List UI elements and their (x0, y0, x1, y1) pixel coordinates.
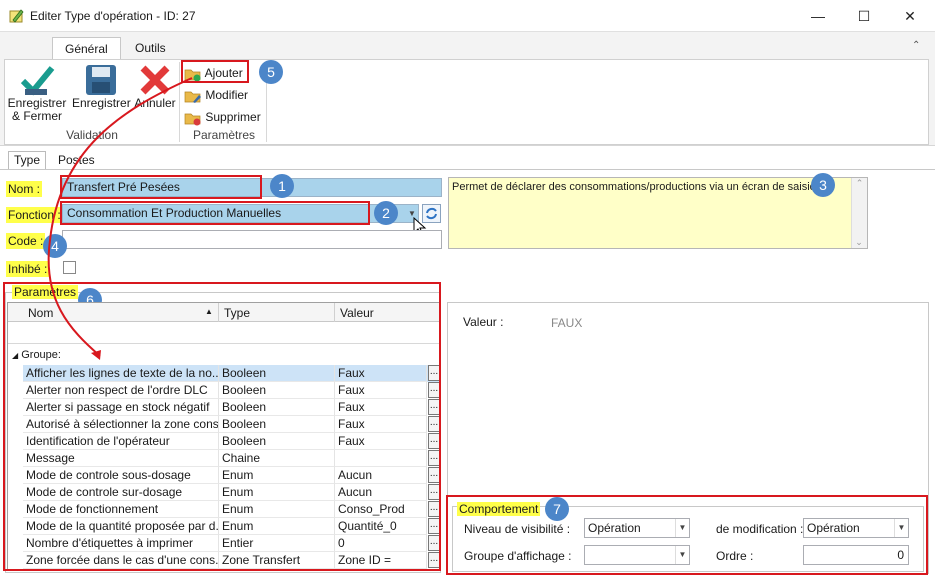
folder-edit-icon (184, 91, 201, 103)
delete-label: Supprimer (205, 110, 261, 124)
save-close-label: Enregistrer & Fermer (7, 96, 67, 123)
window-title: Editer Type d'opération - ID: 27 (30, 9, 196, 23)
nom-label: Nom : (6, 181, 43, 197)
maximize-button[interactable]: ☐ (841, 0, 887, 32)
checkmark-icon (20, 66, 55, 96)
collapse-ribbon-icon[interactable]: ⌃ (912, 40, 920, 51)
description-text: Permet de déclarer des consommations/pro… (452, 181, 819, 193)
callout-5: 5 (259, 60, 283, 84)
save-label: Enregistrer (72, 96, 131, 110)
description-box[interactable]: Permet de déclarer des consommations/pro… (448, 177, 868, 249)
callout-3: 3 (811, 173, 835, 197)
delete-button[interactable]: Supprimer (184, 108, 262, 126)
minimize-button[interactable]: — (795, 0, 841, 32)
callout-4: 4 (43, 234, 67, 258)
folder-delete-icon (184, 113, 201, 126)
title-bar: Editer Type d'opération - ID: 27 — ☐ ✕ (0, 0, 935, 32)
subtab-type[interactable]: Type (8, 151, 46, 169)
ribbon-separator (179, 62, 180, 142)
callout-1: 1 (270, 174, 294, 198)
description-scrollbar[interactable]: ⌃ ⌄ (851, 178, 867, 248)
callout-2: 2 (374, 201, 398, 225)
detail-valeur-value: FAUX (551, 316, 583, 330)
inhibe-checkbox[interactable] (63, 261, 76, 274)
tab-outils[interactable]: Outils (123, 37, 178, 60)
code-field[interactable] (62, 230, 442, 249)
scroll-up-icon[interactable]: ⌃ (852, 178, 867, 189)
params-highlight-box (3, 282, 441, 571)
cancel-button[interactable]: Annuler (132, 63, 178, 113)
fonction-label: Fonction : (6, 207, 63, 223)
nom-highlight-box (60, 175, 262, 199)
cancel-label: Annuler (134, 96, 176, 110)
floppy-disk-icon (86, 65, 116, 95)
code-label: Code : (6, 233, 46, 249)
red-x-icon (140, 65, 170, 95)
modify-button[interactable]: Modifier (184, 86, 262, 104)
app-pencil-icon (9, 9, 24, 23)
inhibe-label: Inhibé : (6, 261, 50, 277)
comportement-highlight-box (446, 495, 928, 575)
save-button[interactable]: Enregistrer (72, 63, 131, 113)
modify-label: Modifier (205, 88, 249, 102)
fonction-highlight-box (60, 201, 370, 225)
group-params-label: Paramètres (192, 128, 256, 142)
subtab-divider (0, 169, 935, 170)
subtab-postes[interactable]: Postes (58, 152, 95, 168)
detail-valeur-label: Valeur : (463, 315, 504, 329)
add-highlight-box (181, 60, 249, 83)
save-close-button[interactable]: Enregistrer & Fermer (6, 63, 68, 125)
group-validation-label: Validation (66, 128, 118, 142)
tab-general[interactable]: Général (52, 37, 121, 60)
close-button[interactable]: ✕ (887, 0, 933, 32)
scroll-down-icon[interactable]: ⌄ (852, 237, 866, 248)
